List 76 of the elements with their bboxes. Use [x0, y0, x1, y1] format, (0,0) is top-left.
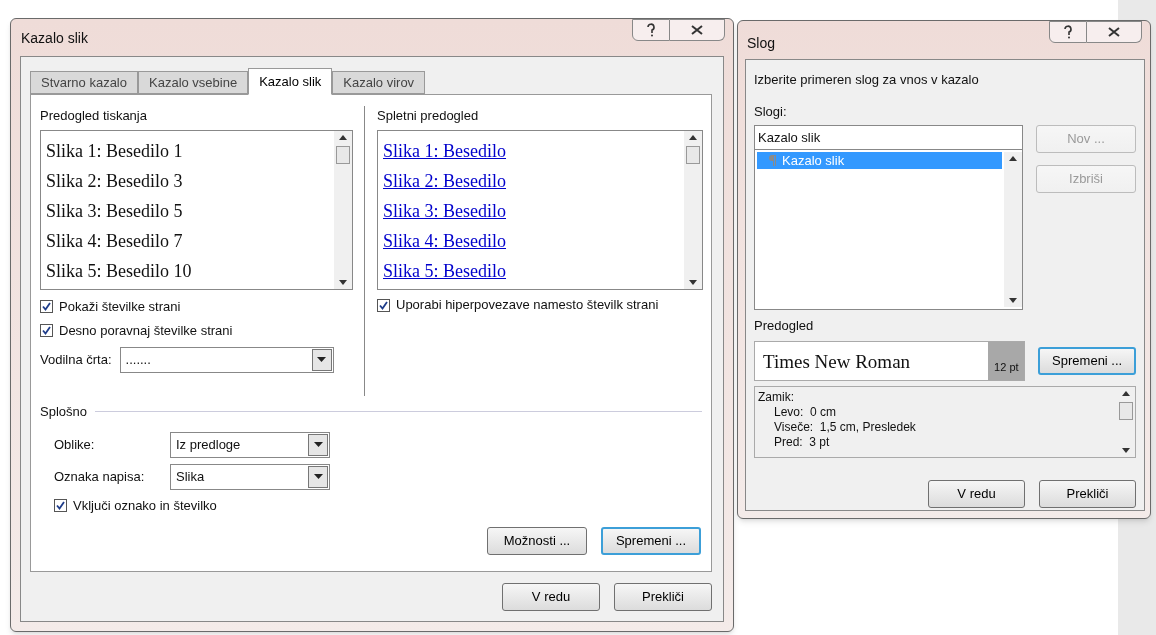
scroll-down-icon[interactable]	[339, 279, 347, 285]
scroll-down-icon[interactable]	[1009, 298, 1017, 303]
checkbox-label: Desno poravnaj številke strani	[59, 322, 233, 340]
checkbox-label: Pokaži številke strani	[59, 297, 181, 316]
scroll-up-icon[interactable]	[339, 134, 347, 140]
close-button[interactable]	[670, 19, 725, 41]
preview-link[interactable]: Slika 5: Besedilo	[383, 255, 506, 286]
caret-icon	[317, 357, 327, 362]
checkbox[interactable]	[377, 298, 390, 312]
font-preview: Times New Roman 12 pt	[754, 340, 1026, 381]
instruction-text: Izberite primeren slog za vnos v kazalo	[754, 71, 980, 89]
dialog-button[interactable]: Možnosti ...	[487, 527, 587, 555]
field-label: Slogi:	[754, 102, 787, 121]
help-icon	[1063, 25, 1073, 39]
window-title: Slog	[747, 34, 776, 53]
description-line: Levo: 0 cm	[773, 404, 837, 420]
help-icon	[646, 23, 656, 37]
size-label: 12 pt	[988, 341, 1025, 380]
field-label: Predogled	[754, 317, 814, 335]
dialog-button[interactable]: Prekliči	[1039, 479, 1136, 508]
modify-button[interactable]: Spremeni ...	[1038, 346, 1136, 375]
caret-icon	[313, 474, 323, 479]
dropdown[interactable]: Slika	[170, 463, 330, 490]
style-name-field[interactable]: Kazalo slik	[754, 125, 1023, 150]
window-title: Kazalo slik	[21, 29, 88, 48]
tab[interactable]: Kazalo vsebine	[138, 71, 249, 94]
dialog-button[interactable]: V redu	[928, 479, 1025, 508]
checkbox[interactable]	[40, 299, 53, 313]
scroll-down-icon[interactable]	[1122, 447, 1130, 453]
scroll-thumb[interactable]	[686, 145, 700, 164]
field-label: Oznaka napisa:	[54, 467, 146, 486]
close-button[interactable]	[1087, 21, 1142, 43]
scroll-up-icon[interactable]	[1009, 156, 1017, 161]
preview-entry: Slika 3: Besedilo 5	[46, 199, 183, 223]
dialog-button[interactable]: Prekliči	[614, 583, 712, 611]
scroll-up-icon[interactable]	[1122, 390, 1130, 396]
section-label: Predogled tiskanja	[40, 107, 148, 125]
scrollbar[interactable]	[1004, 152, 1022, 307]
description-line: Zamik:	[758, 389, 794, 405]
section-label: Splošno	[40, 403, 87, 421]
scroll-thumb[interactable]	[1119, 401, 1133, 420]
close-icon	[1108, 27, 1120, 37]
field-label: Oblike:	[54, 435, 96, 454]
dialog-button[interactable]: V redu	[502, 583, 600, 611]
tab[interactable]: Stvarno kazalo	[30, 71, 138, 94]
scroll-thumb[interactable]	[336, 145, 350, 164]
leader-dropdown[interactable]: .......	[119, 346, 334, 373]
caret-icon	[313, 442, 323, 447]
close-icon	[691, 25, 703, 35]
section-label: Spletni predogled	[377, 107, 480, 125]
preview-entry: Slika 1: Besedilo 1	[46, 139, 183, 163]
preview-link[interactable]: Slika 3: Besedilo	[383, 195, 506, 226]
preview-entry: Slika 2: Besedilo 3	[46, 169, 183, 193]
tab[interactable]: Kazalo slik	[248, 68, 333, 95]
help-button[interactable]	[1049, 21, 1087, 43]
field-label: Vodilna črta:	[40, 350, 112, 369]
checkbox-label: Vključi oznako in številko	[73, 496, 217, 515]
checkbox-label: Uporabi hiperpovezave namesto številk strani	[396, 296, 660, 313]
dropdown[interactable]: Iz predloge	[170, 431, 330, 458]
checkbox[interactable]	[54, 498, 67, 512]
preview-link[interactable]: Slika 2: Besedilo	[383, 165, 506, 196]
help-button[interactable]	[632, 19, 670, 41]
preview-link[interactable]: Slika 4: Besedilo	[383, 225, 506, 256]
preview-entry: Slika 4: Besedilo 7	[46, 229, 183, 253]
dialog-button[interactable]: Spremeni ...	[601, 527, 701, 555]
scroll-up-icon[interactable]	[689, 134, 697, 140]
preview-link[interactable]: Slika 1: Besedilo	[383, 135, 506, 166]
preview-entry: Slika 5: Besedilo 10	[46, 259, 192, 283]
paragraph-icon	[769, 155, 776, 166]
tab[interactable]: Kazalo virov	[332, 71, 426, 94]
scroll-down-icon[interactable]	[689, 279, 697, 285]
scrollbar[interactable]	[684, 130, 702, 289]
scrollbar[interactable]	[334, 130, 352, 289]
checkbox[interactable]	[40, 324, 53, 338]
description-line: Pred: 3 pt	[773, 434, 830, 450]
description-line: Viseče: 1,5 cm, Presledek	[773, 419, 916, 435]
